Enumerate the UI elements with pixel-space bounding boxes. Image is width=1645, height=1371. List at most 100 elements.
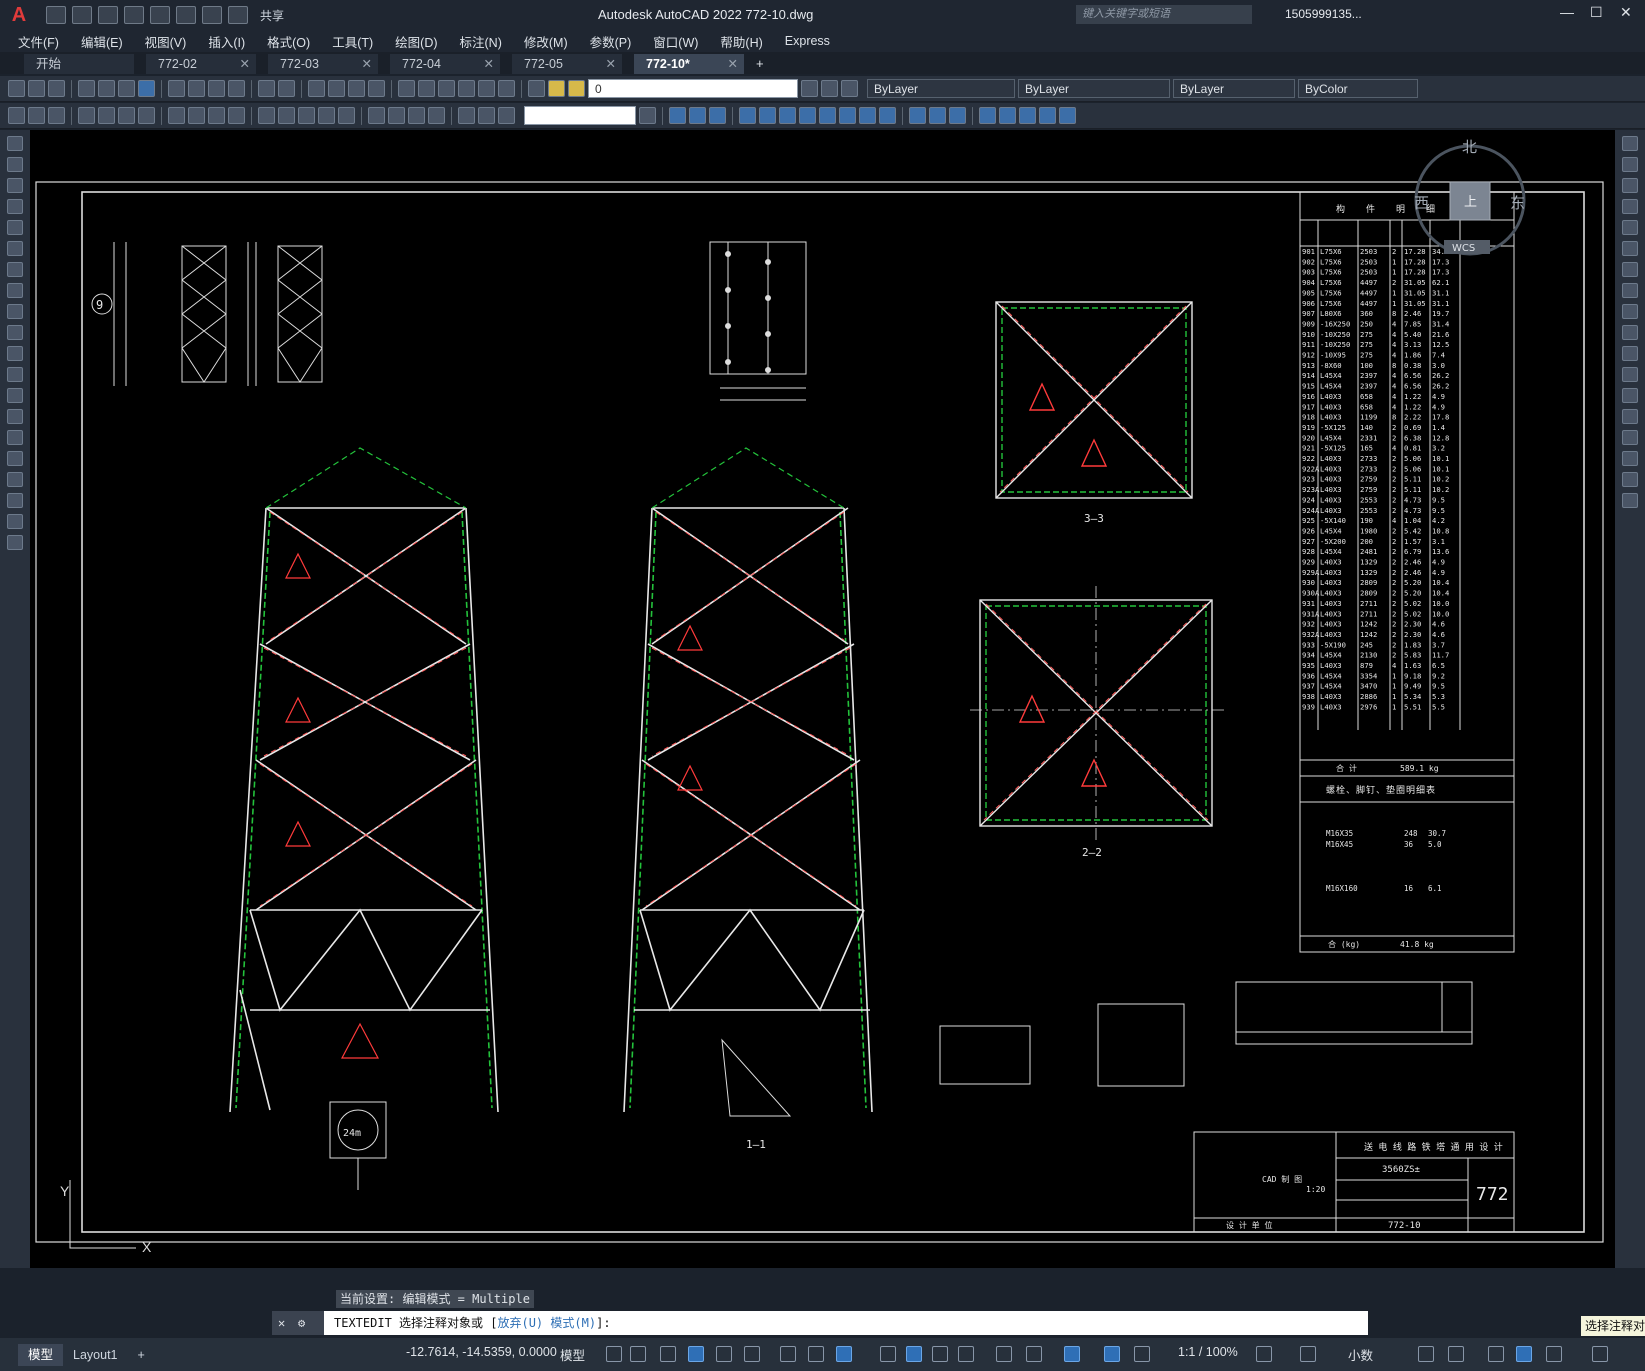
modify-2-icon[interactable] (689, 107, 706, 124)
stretch-icon[interactable] (1622, 304, 1638, 319)
open-icon[interactable] (28, 80, 45, 97)
hardware-acceleration-icon[interactable] (1516, 1346, 1532, 1362)
menu-view[interactable]: 视图(V) (145, 32, 187, 51)
tab-close-icon[interactable]: ✕ (484, 54, 494, 74)
layer-previous-icon[interactable] (841, 80, 858, 97)
break-icon[interactable] (1622, 388, 1638, 403)
ellipse-arc-icon[interactable] (7, 346, 23, 361)
snap-icon[interactable] (630, 1346, 646, 1362)
join-icon[interactable] (1622, 409, 1638, 424)
dim-edit-icon[interactable] (458, 107, 475, 124)
dynamic-input-icon[interactable] (688, 1346, 704, 1362)
save-icon[interactable] (48, 80, 65, 97)
spline-icon[interactable] (7, 304, 23, 319)
design-center-icon[interactable] (418, 80, 435, 97)
properties-icon[interactable] (398, 80, 415, 97)
modify-15-icon[interactable] (979, 107, 996, 124)
toolbar-a-icon[interactable] (8, 107, 25, 124)
markup-icon[interactable] (478, 80, 495, 97)
layer-sun-icon[interactable] (568, 80, 585, 97)
tab-close-icon[interactable]: ✕ (362, 54, 372, 74)
isolate-objects-icon[interactable] (1488, 1346, 1504, 1362)
quick-dim-icon[interactable] (258, 107, 275, 124)
modify-16-icon[interactable] (999, 107, 1016, 124)
move-icon[interactable] (1622, 241, 1638, 256)
scale-icon[interactable] (1622, 283, 1638, 298)
center-mark-icon[interactable] (388, 107, 405, 124)
annotation-visibility-icon[interactable] (1104, 1346, 1120, 1362)
help-icon[interactable] (528, 80, 545, 97)
dynamic-ucs-icon[interactable] (996, 1346, 1012, 1362)
trim-icon[interactable] (1622, 325, 1638, 340)
diameter-dim-icon[interactable] (208, 107, 225, 124)
tab-772-02[interactable]: 772-02 ✕ (146, 54, 256, 74)
ortho-icon[interactable] (716, 1346, 732, 1362)
rotate-icon[interactable] (1622, 262, 1638, 277)
linear-dim-icon[interactable] (78, 107, 95, 124)
new-icon[interactable] (8, 80, 25, 97)
isometric-icon[interactable] (780, 1346, 796, 1362)
ellipse-icon[interactable] (7, 325, 23, 340)
viewcube[interactable]: 北 西 东 上 WCS (1410, 138, 1530, 258)
polar-tracking-icon[interactable] (744, 1346, 760, 1362)
modify-13-icon[interactable] (929, 107, 946, 124)
gradient-icon[interactable] (7, 451, 23, 466)
lock-ui-icon[interactable] (1448, 1346, 1464, 1362)
baseline-dim-icon[interactable] (278, 107, 295, 124)
copy-icon[interactable] (188, 80, 205, 97)
tab-start[interactable]: 开始 (24, 54, 134, 74)
blend-icon[interactable] (1622, 472, 1638, 487)
tab-close-icon[interactable]: ✕ (728, 54, 738, 74)
redo-icon[interactable] (228, 6, 248, 24)
publish-icon[interactable] (150, 6, 170, 24)
option-mode[interactable]: 模式(M) (550, 1316, 596, 1330)
3dprint-icon[interactable] (138, 80, 155, 97)
grid-icon[interactable] (606, 1346, 622, 1362)
modify-18-icon[interactable] (1039, 107, 1056, 124)
annotation-scale[interactable]: 1:1 / 100% (1178, 1345, 1238, 1359)
menu-format[interactable]: 格式(O) (267, 32, 310, 51)
toolbar-b-icon[interactable] (28, 107, 45, 124)
color-dropdown[interactable]: ByLayer (867, 79, 1015, 98)
modify-5-icon[interactable] (759, 107, 776, 124)
gizmo-icon[interactable] (1064, 1346, 1080, 1362)
tolerance-icon[interactable] (368, 107, 385, 124)
zoom-previous-icon[interactable] (368, 80, 385, 97)
polyline-icon[interactable] (7, 178, 23, 193)
menu-file[interactable]: 文件(F) (18, 32, 59, 51)
make-current-icon[interactable] (821, 80, 838, 97)
maximize-icon[interactable]: ☐ (1590, 4, 1603, 21)
modify-12-icon[interactable] (909, 107, 926, 124)
polygon-icon[interactable] (7, 199, 23, 214)
customization-menu-icon[interactable] (1592, 1346, 1608, 1362)
angular-dim-icon[interactable] (228, 107, 245, 124)
layer-dropdown[interactable]: 0 (588, 79, 798, 98)
mtext-icon[interactable] (7, 514, 23, 529)
redo-icon[interactable] (278, 80, 295, 97)
dim-space-icon[interactable] (318, 107, 335, 124)
paste-icon[interactable] (208, 80, 225, 97)
region-icon[interactable] (7, 472, 23, 487)
close-icon[interactable]: ✕ (1620, 4, 1632, 21)
break-point-icon[interactable] (1622, 367, 1638, 382)
minimize-icon[interactable]: — (1560, 4, 1574, 20)
menu-help[interactable]: 帮助(H) (720, 32, 762, 51)
menu-modify[interactable]: 修改(M) (524, 32, 568, 51)
share-button[interactable]: 共享 (260, 7, 284, 24)
make-block-icon[interactable] (7, 388, 23, 403)
modify-4-icon[interactable] (739, 107, 756, 124)
modify-8-icon[interactable] (819, 107, 836, 124)
continue-dim-icon[interactable] (298, 107, 315, 124)
layer-properties-icon[interactable] (801, 80, 818, 97)
clean-screen-icon[interactable] (1546, 1346, 1562, 1362)
plot-icon[interactable] (78, 80, 95, 97)
aligned-dim-icon[interactable] (98, 107, 115, 124)
arc-length-icon[interactable] (118, 107, 135, 124)
tab-772-10[interactable]: 772-10* ✕ (634, 54, 744, 74)
zoom-realtime-icon[interactable] (328, 80, 345, 97)
copy-object-icon[interactable] (1622, 157, 1638, 172)
zoom-window-icon[interactable] (348, 80, 365, 97)
arc-icon[interactable] (7, 241, 23, 256)
linetype-dropdown[interactable]: ByLayer (1018, 79, 1170, 98)
tab-close-icon[interactable]: ✕ (240, 54, 250, 74)
